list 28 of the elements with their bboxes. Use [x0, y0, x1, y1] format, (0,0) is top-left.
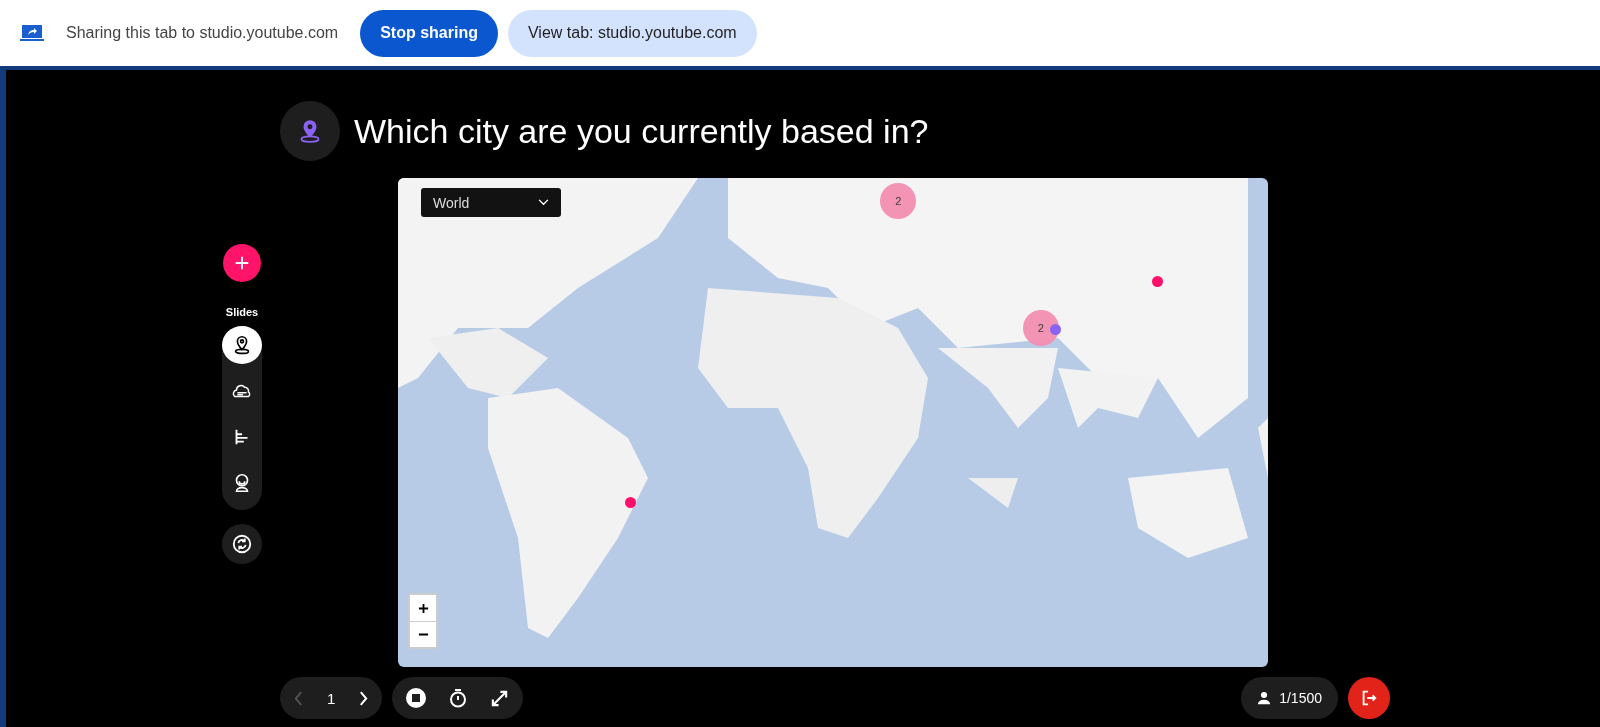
region-select[interactable]: World [421, 188, 561, 217]
person-icon [1257, 691, 1272, 705]
location-marker[interactable] [1151, 275, 1163, 287]
chevron-down-icon [538, 199, 549, 206]
chevron-left-icon [294, 690, 303, 706]
add-slide-button[interactable] [223, 244, 261, 282]
plus-icon [233, 254, 251, 272]
location-marker[interactable] [625, 497, 637, 509]
exit-button[interactable] [1348, 677, 1390, 719]
participant-count-text: 1/1500 [1279, 690, 1322, 706]
sync-button[interactable] [222, 524, 262, 564]
slides-label: Slides [225, 306, 259, 318]
stopwatch-icon [448, 688, 469, 708]
chevron-right-icon [359, 690, 369, 706]
stop-sharing-button[interactable]: Stop sharing [360, 9, 498, 57]
expand-icon [490, 688, 510, 708]
exit-icon [1360, 689, 1378, 707]
sharing-message: Sharing this tab to studio.youtube.com [66, 24, 339, 42]
slide-number: 1 [326, 689, 337, 707]
zoom-out-button[interactable] [410, 621, 436, 647]
location-marker[interactable] [1049, 324, 1061, 336]
map-slide-button[interactable] [222, 326, 262, 364]
sync-icon [231, 533, 253, 555]
plus-icon [417, 602, 429, 614]
shared-screen-icon [20, 24, 44, 42]
view-tab-button[interactable]: View tab: studio.youtube.com [507, 9, 757, 57]
question-title: Which city are you currently based in? [354, 111, 929, 151]
stop-icon [406, 688, 427, 708]
